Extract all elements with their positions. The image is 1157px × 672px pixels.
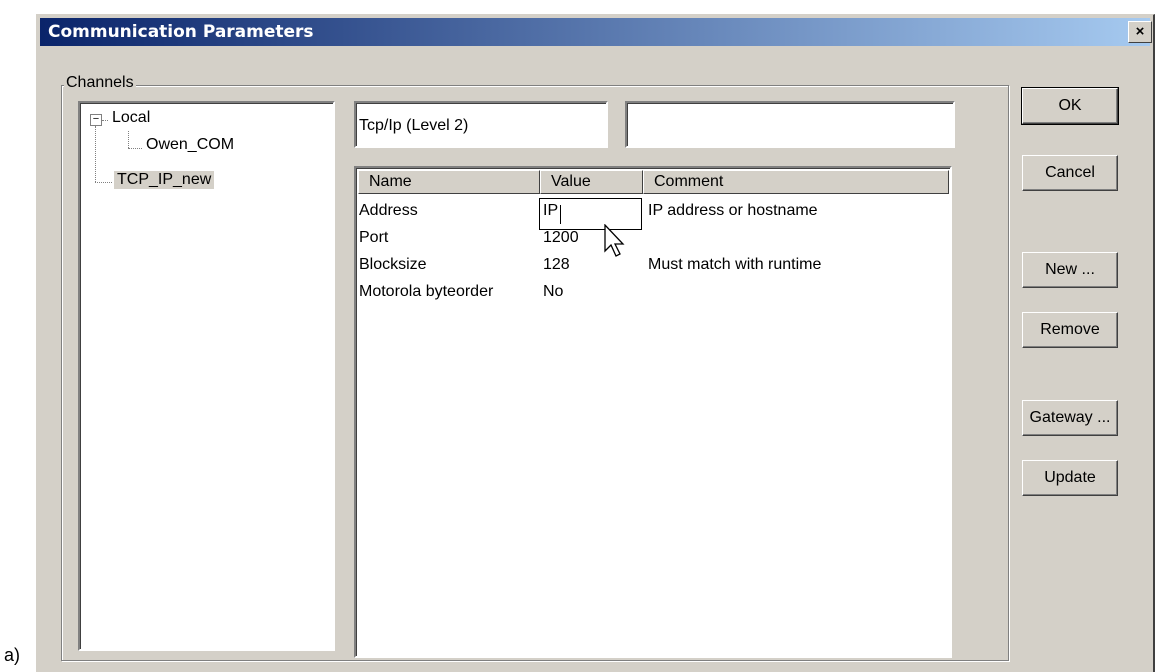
param-name[interactable]: Address	[359, 202, 418, 220]
mouse-pointer-icon	[604, 224, 625, 257]
collapse-icon[interactable]: −	[90, 114, 102, 126]
tree-node-tcp-ip-new[interactable]: TCP_IP_new	[114, 171, 215, 189]
ok-button[interactable]: OK	[1021, 87, 1119, 125]
column-header-comment[interactable]: Comment	[643, 170, 949, 194]
figure-caption: a)	[4, 645, 21, 665]
secondary-field	[625, 101, 955, 148]
channels-tree[interactable]: − Local Owen_COM TCP_IP_new	[78, 101, 335, 651]
remove-button[interactable]: Remove	[1022, 312, 1118, 348]
window-title: Communication Parameters	[48, 22, 314, 42]
param-value[interactable]: No	[543, 283, 563, 301]
cancel-button[interactable]: Cancel	[1022, 155, 1118, 191]
tree-node-owen-com[interactable]: Owen_COM	[146, 136, 234, 154]
param-value[interactable]: 128	[543, 256, 570, 274]
tree-connector	[95, 182, 112, 183]
tree-connector	[128, 148, 142, 149]
column-header-value[interactable]: Value	[540, 170, 643, 194]
driver-name-field: Tcp/Ip (Level 2)	[354, 101, 608, 148]
tree-node-local[interactable]: Local	[112, 109, 150, 127]
param-value[interactable]: 1200	[543, 229, 579, 247]
parameters-table: Name Value Comment Address IP IP address…	[354, 166, 952, 658]
communication-parameters-dialog: Communication Parameters × Channels − Lo…	[36, 14, 1155, 672]
gateway-button[interactable]: Gateway ...	[1022, 400, 1118, 436]
tree-connector	[102, 120, 108, 121]
param-comment: IP address or hostname	[648, 202, 818, 219]
param-name[interactable]: Port	[359, 229, 388, 247]
param-value[interactable]: IP	[543, 202, 558, 220]
new-button[interactable]: New ...	[1022, 252, 1118, 288]
tree-connector	[95, 126, 96, 182]
driver-name-text: Tcp/Ip (Level 2)	[359, 117, 469, 134]
title-bar: Communication Parameters ×	[40, 18, 1152, 46]
channels-group-label: Channels	[64, 74, 136, 92]
text-caret	[560, 205, 561, 224]
param-name[interactable]: Blocksize	[359, 256, 427, 274]
close-button[interactable]: ×	[1128, 21, 1152, 43]
param-comment: Must match with runtime	[648, 256, 822, 273]
column-header-name[interactable]: Name	[358, 170, 540, 194]
param-name[interactable]: Motorola byteorder	[359, 283, 493, 301]
update-button[interactable]: Update	[1022, 460, 1118, 496]
tree-connector	[128, 131, 129, 148]
